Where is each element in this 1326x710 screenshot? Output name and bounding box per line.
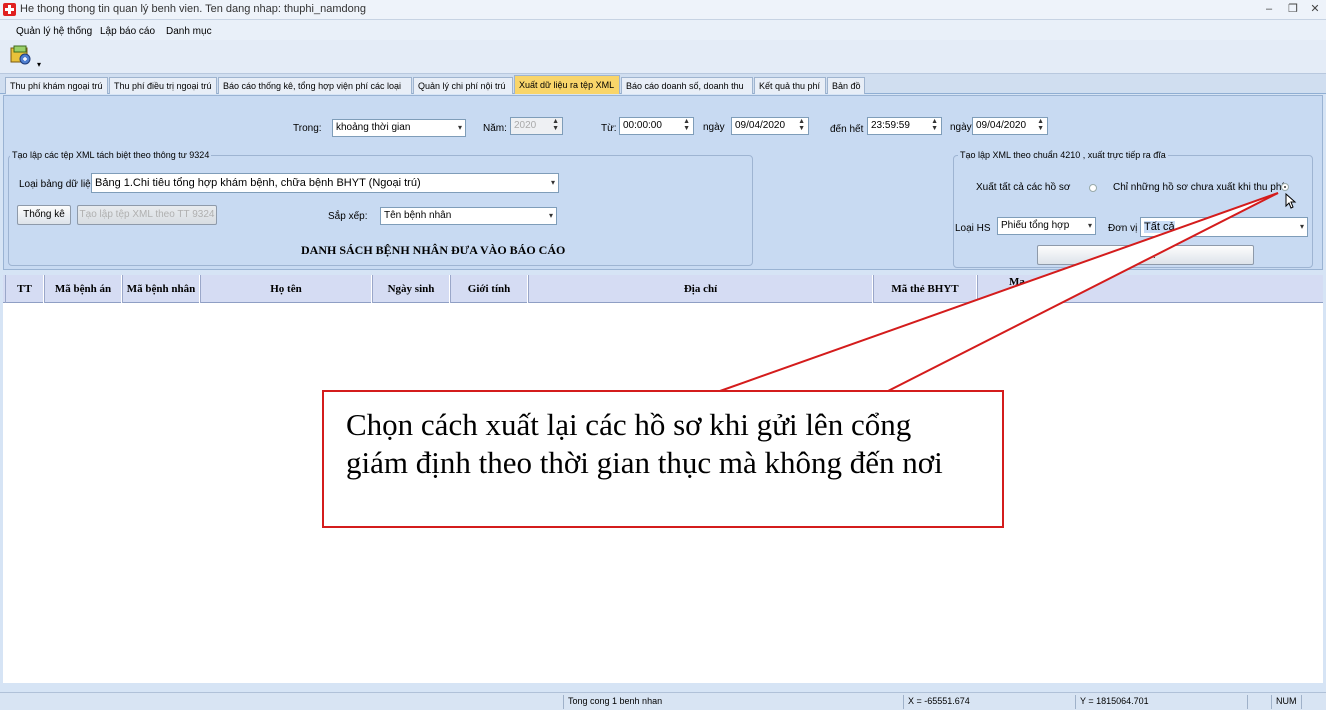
callout-text: Chọn cách xuất lại các hồ sơ khi gửi lên…	[346, 407, 943, 480]
callout-pointer	[719, 192, 1279, 392]
callout-box: Chọn cách xuất lại các hồ sơ khi gửi lên…	[322, 390, 1004, 528]
